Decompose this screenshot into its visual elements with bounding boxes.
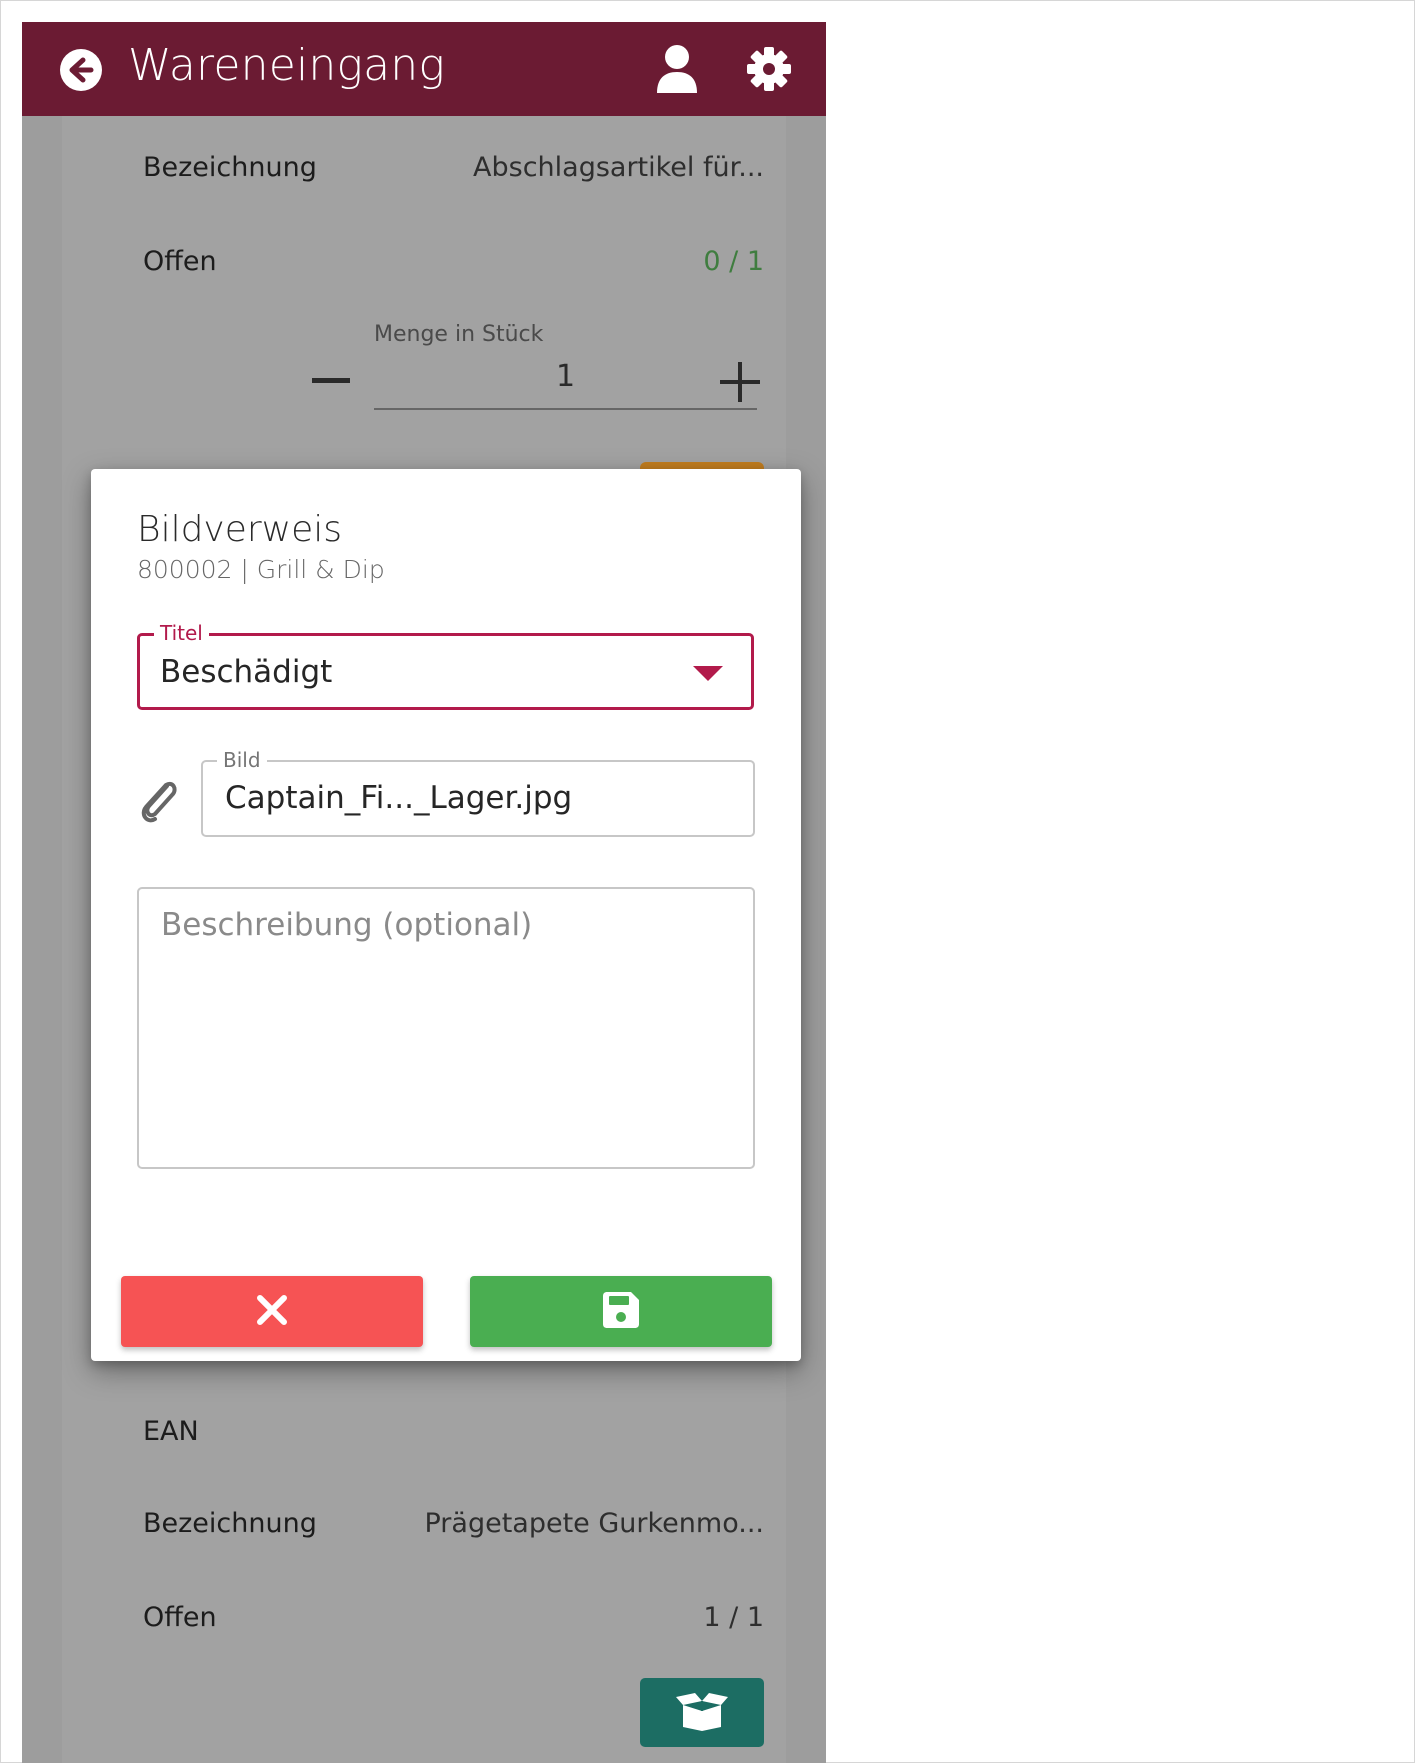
open-box-icon <box>675 1691 729 1735</box>
dialog-title: Bildverweis <box>137 509 343 550</box>
ean-label: EAN <box>143 1416 199 1447</box>
save-button[interactable] <box>470 1276 772 1347</box>
quantity-input[interactable]: 1 <box>374 359 757 410</box>
image-file-name: Captain_Fi..._Lager.jpg <box>225 780 573 816</box>
bezeichnung-value: Abschlagsartikel für... <box>473 152 764 183</box>
page-title: Wareneingang <box>128 40 445 91</box>
title-select-value: Beschädigt <box>160 654 333 690</box>
offen-label: Offen <box>143 246 217 277</box>
bezeichnung-label: Bezeichnung <box>143 152 317 183</box>
receive-button[interactable] <box>640 1678 764 1747</box>
title-select-label: Titel <box>154 621 209 645</box>
user-icon[interactable] <box>655 44 699 98</box>
image-file-field[interactable]: Bild Captain_Fi..._Lager.jpg <box>201 748 755 837</box>
back-icon[interactable] <box>59 48 103 96</box>
paperclip-icon[interactable] <box>137 776 181 828</box>
floppy-disk-icon <box>601 1290 641 1334</box>
description-textarea[interactable]: Beschreibung (optional) <box>137 887 755 1169</box>
increment-button[interactable] <box>720 362 760 406</box>
title-select[interactable]: Titel Beschädigt <box>137 621 754 710</box>
offen-label: Offen <box>143 1602 217 1633</box>
image-field-label: Bild <box>217 748 267 772</box>
description-placeholder: Beschreibung (optional) <box>161 907 533 943</box>
app-bar: Wareneingang <box>22 22 826 116</box>
decrement-button[interactable] <box>312 378 350 383</box>
offen-value: 1 / 1 <box>703 1602 764 1633</box>
caret-down-icon[interactable] <box>693 666 723 686</box>
quantity-label: Menge in Stück <box>374 322 544 347</box>
close-icon <box>256 1294 288 1330</box>
offen-value: 0 / 1 <box>703 246 764 277</box>
bezeichnung-value: Prägetapete Gurkenmo... <box>424 1508 765 1539</box>
gear-icon[interactable] <box>746 46 792 96</box>
cancel-button[interactable] <box>121 1276 423 1347</box>
dialog-subtitle: 800002 | Grill & Dip <box>137 555 385 584</box>
image-reference-dialog: Bildverweis 800002 | Grill & Dip Titel B… <box>91 469 801 1361</box>
app-screen: Wareneingang Bezeichnung Abschlagsartike… <box>22 22 826 1763</box>
bezeichnung-label: Bezeichnung <box>143 1508 317 1539</box>
